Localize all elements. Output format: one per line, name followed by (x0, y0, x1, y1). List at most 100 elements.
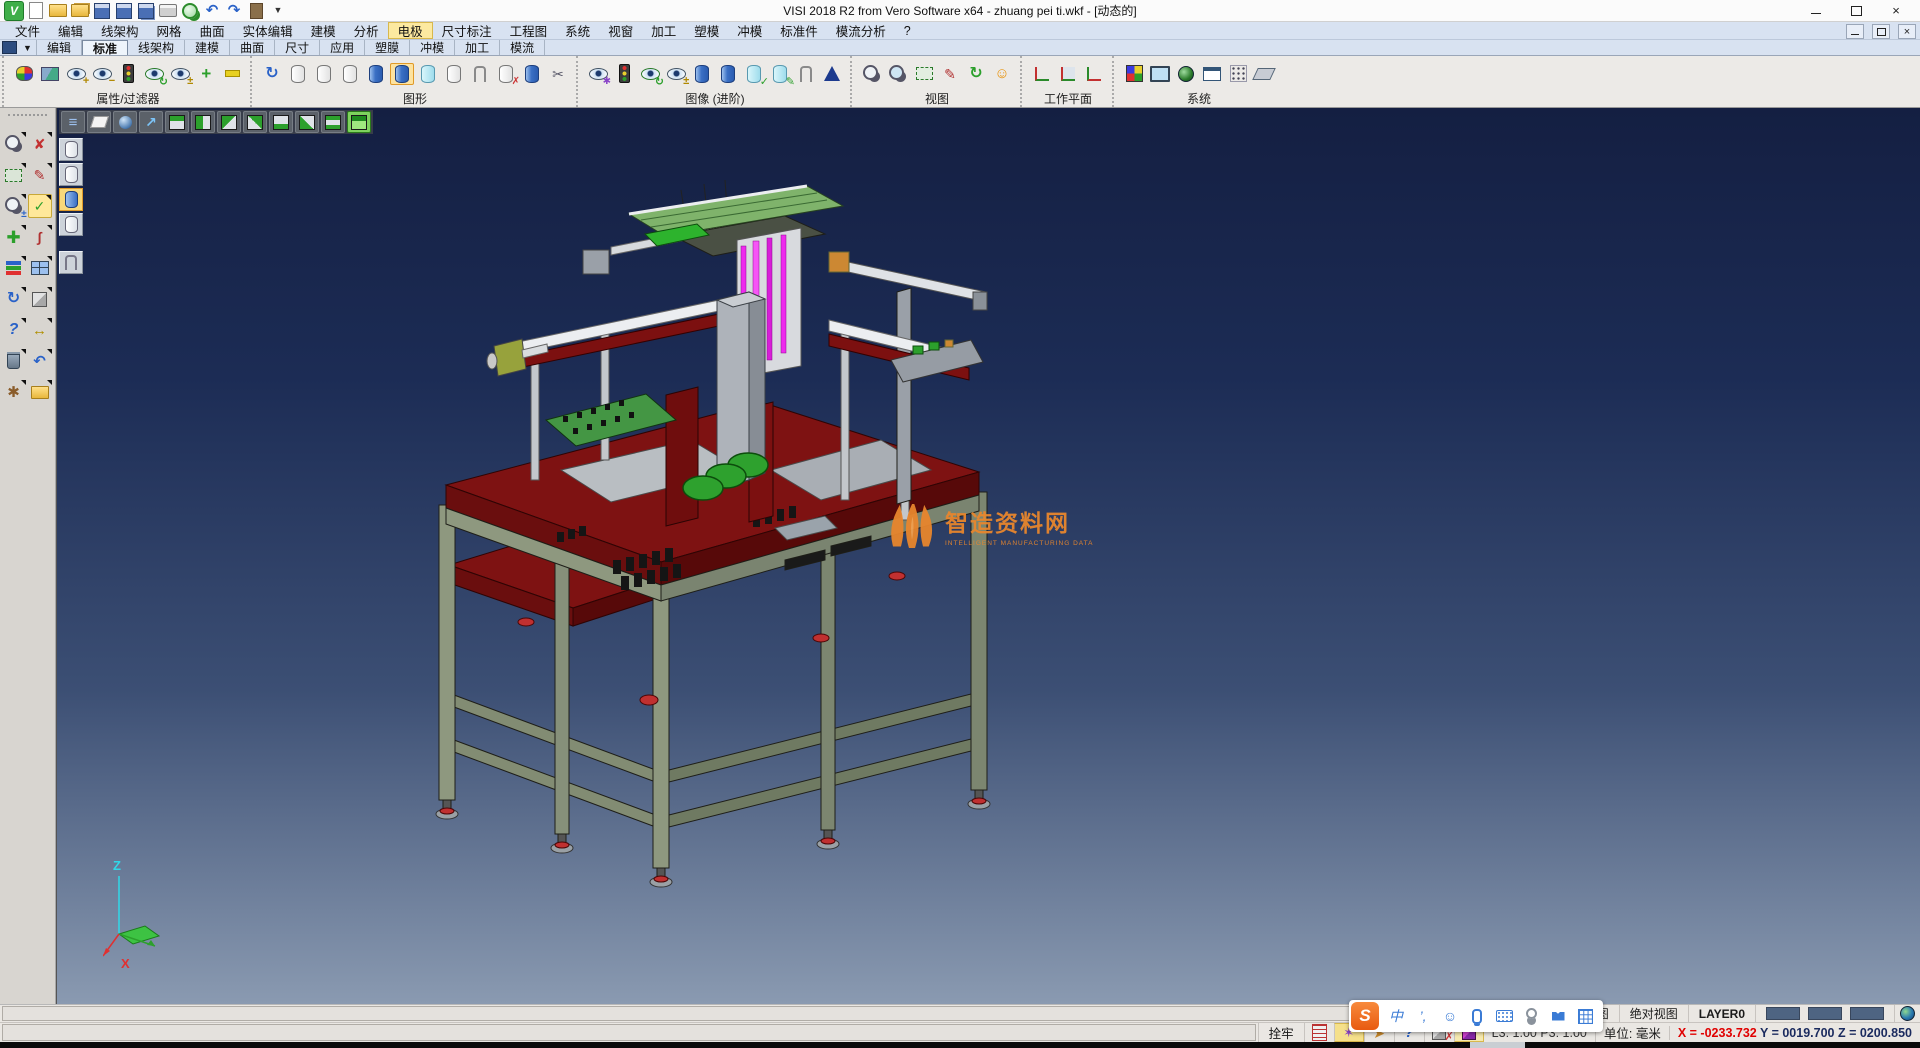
zoom-select-icon[interactable] (2, 132, 26, 156)
menu-electrode[interactable]: 电极 (388, 22, 433, 39)
solid-display-icon[interactable] (690, 63, 714, 85)
render-mode-icon[interactable] (113, 111, 137, 133)
undo-step-icon[interactable]: ↶ (28, 349, 52, 373)
help-icon[interactable]: ? (2, 318, 26, 342)
view-left-icon[interactable] (217, 111, 241, 133)
attributes-icon[interactable] (12, 63, 36, 85)
workplane-confirm-icon[interactable] (1082, 63, 1106, 85)
workplane-align-icon[interactable] (1056, 63, 1080, 85)
open-part-icon[interactable] (28, 380, 52, 404)
rotate-view-icon[interactable]: ↻ (964, 63, 988, 85)
navigator-wheel-icon[interactable]: ✱ (2, 380, 26, 404)
view-top-icon[interactable] (165, 111, 189, 133)
view-iso-ne-icon[interactable] (191, 111, 215, 133)
tab-standard[interactable]: 标准 (82, 40, 128, 55)
zoom-view-icon[interactable] (860, 63, 884, 85)
redo-icon[interactable]: ↷ (224, 1, 244, 21)
document-close-button[interactable]: × (1898, 24, 1916, 39)
visi-logo[interactable]: V (4, 1, 24, 21)
erase-icon[interactable]: ✘ (28, 132, 52, 156)
menu-flow-analysis[interactable]: 模流分析 (827, 22, 895, 39)
show-add-icon[interactable]: + (64, 63, 88, 85)
menu-file[interactable]: 文件 (6, 22, 49, 39)
tab-edit[interactable]: 编辑 (37, 40, 82, 55)
color-swatch-2[interactable] (1808, 1007, 1842, 1020)
system-globe-icon[interactable] (1174, 63, 1198, 85)
transform-icon[interactable]: ✚ (2, 225, 26, 249)
tab-dimension[interactable]: 尺寸 (275, 40, 320, 55)
open-file-icon[interactable] (48, 1, 68, 21)
layer-solid1-icon[interactable] (59, 138, 83, 161)
hide-remove-icon[interactable]: − (90, 63, 114, 85)
lock-button[interactable]: 拴牢 (1258, 1023, 1304, 1042)
active-layer-label[interactable]: LAYER0 (1688, 1005, 1755, 1022)
save-as-icon[interactable] (114, 1, 134, 21)
hide-all-icon[interactable] (220, 63, 244, 85)
save-icon[interactable] (92, 1, 112, 21)
print-icon[interactable] (158, 1, 178, 21)
workplane-display-icon[interactable] (87, 111, 111, 133)
toggle-visibility-icon[interactable]: ± (168, 63, 192, 85)
tab-machining[interactable]: 加工 (455, 40, 500, 55)
view-front-icon[interactable] (269, 111, 293, 133)
menu-edit[interactable]: 编辑 (49, 22, 92, 39)
tab-modeling[interactable]: 建模 (185, 40, 230, 55)
view-back-icon[interactable] (295, 111, 319, 133)
menu-dimension[interactable]: 尺寸标注 (433, 22, 501, 39)
menu-mesh[interactable]: 网格 (148, 22, 191, 39)
view-iso-active-icon[interactable] (347, 111, 371, 133)
menu-window[interactable]: 视窗 (599, 22, 642, 39)
clip-section-icon[interactable] (468, 63, 492, 85)
system-colors-icon[interactable] (1122, 63, 1146, 85)
menu-standard-parts[interactable]: 标准件 (771, 22, 827, 39)
menu-surface[interactable]: 曲面 (191, 22, 234, 39)
menu-solid-edit[interactable]: 实体编辑 (234, 22, 302, 39)
ime-skin-icon[interactable] (1548, 1005, 1568, 1027)
prompt-field[interactable] (2, 1006, 1513, 1021)
refresh-visibility-icon[interactable]: ↻ (142, 63, 166, 85)
menu-machining[interactable]: 加工 (642, 22, 685, 39)
save-all-icon[interactable] (136, 1, 156, 21)
advanced-filter-icon[interactable] (612, 63, 636, 85)
document-minimize-button[interactable] (1846, 24, 1864, 39)
cube-display-icon[interactable] (28, 287, 52, 311)
ghost-display-icon[interactable] (442, 63, 466, 85)
measure-icon[interactable]: ↔ (28, 318, 52, 342)
document-restore-button[interactable] (1872, 24, 1890, 39)
menu-mould[interactable]: 塑模 (685, 22, 728, 39)
dynamic-view-icon[interactable]: ✎ (938, 63, 962, 85)
quickbar-options-icon[interactable]: ▼ (268, 1, 288, 21)
macro-icon[interactable] (246, 1, 266, 21)
workplane-icon[interactable] (1030, 63, 1054, 85)
show-all-icon[interactable]: + (194, 63, 218, 85)
menu-analysis[interactable]: 分析 (345, 22, 388, 39)
spline-icon[interactable]: ∫ (28, 225, 52, 249)
window-grid-icon[interactable] (28, 256, 52, 280)
minimize-button[interactable] (1796, 0, 1836, 21)
viewport-3d[interactable]: ≡ ↗ (56, 108, 1920, 1004)
hidden-line-display-icon[interactable] (312, 63, 336, 85)
import-file-icon[interactable] (70, 1, 90, 21)
menu-modeling[interactable]: 建模 (302, 22, 345, 39)
tab-dropdown-button[interactable]: ▼ (19, 40, 37, 55)
tab-surface[interactable]: 曲面 (230, 40, 275, 55)
shaded-display-icon[interactable] (364, 63, 388, 85)
attach-icon[interactable] (794, 63, 818, 85)
validate-display-icon[interactable]: ✓ (742, 63, 766, 85)
edit-curve-icon[interactable]: ✎ (28, 163, 52, 187)
delete-icon[interactable] (2, 349, 26, 373)
system-window-icon[interactable] (1200, 63, 1224, 85)
menu-die[interactable]: 冲模 (728, 22, 771, 39)
preview-icon[interactable] (180, 1, 200, 21)
system-monitor-icon[interactable] (1148, 63, 1172, 85)
tab-mould[interactable]: 塑膜 (365, 40, 410, 55)
layer-clip-icon[interactable] (59, 251, 83, 274)
layer-solid3-icon[interactable] (59, 188, 83, 211)
layer-solid4-icon[interactable] (59, 213, 83, 236)
copy-attributes-icon[interactable] (38, 63, 62, 85)
menu-system[interactable]: 系统 (556, 22, 599, 39)
zoom-solid-icon[interactable]: ± (2, 194, 26, 218)
menu-drawing[interactable]: 工程图 (501, 22, 557, 39)
filter-icon[interactable] (116, 63, 140, 85)
ime-person-icon[interactable] (1521, 1005, 1541, 1027)
